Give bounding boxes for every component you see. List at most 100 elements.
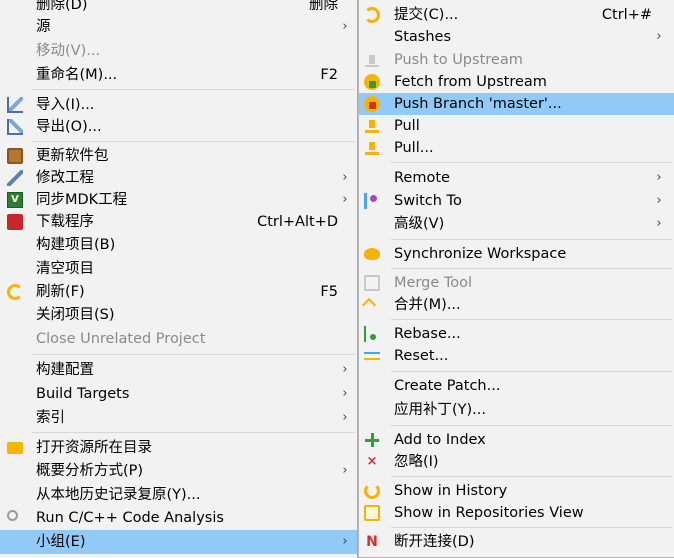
download-icon (7, 214, 23, 230)
menu-item-reset[interactable]: Reset... (359, 345, 674, 367)
menu-item-label: 源 (36, 19, 51, 35)
submenu-arrow-icon: › (342, 386, 348, 401)
menu-item-shortcut: F2 (320, 67, 338, 83)
menu-item-build-targets[interactable]: Build Targets › (0, 383, 357, 405)
menu-item-rename[interactable]: 重命名(M)... F2 (0, 64, 357, 86)
menu-item-stashes[interactable]: Stashes › (359, 26, 674, 48)
menu-item-delete[interactable]: 删除(D) 删除 (0, 0, 357, 16)
menu-item-label: Reset... (394, 348, 449, 364)
menu-item-label: 删除(D) (36, 0, 88, 13)
menu-item-disconnect[interactable]: N 断开连接(D) (359, 531, 674, 553)
code-analysis-icon (7, 510, 18, 521)
menu-item-push-to-upstream: Push to Upstream (359, 49, 674, 71)
menu-item-create-patch[interactable]: Create Patch... (359, 375, 674, 397)
menu-item-clean-project[interactable]: 清空项目 (0, 258, 357, 280)
menu-item-shortcut: F5 (320, 284, 338, 300)
menu-item-show-in-repositories-view[interactable]: Show in Repositories View (359, 502, 674, 524)
menu-item-label: 同步MDK工程 (36, 192, 128, 208)
push-upstream-icon (364, 52, 380, 68)
pull-dialog-icon (364, 140, 380, 156)
menu-item-source[interactable]: 源 › (0, 16, 357, 38)
menu-item-close-project[interactable]: 关闭项目(S) (0, 304, 357, 326)
menu-item-profile-as[interactable]: 概要分析方式(P) › (0, 460, 357, 482)
menu-item-label: Rebase... (394, 326, 461, 342)
menu-separator (391, 425, 672, 426)
menu-item-rebase[interactable]: Rebase... (359, 323, 674, 345)
menu-item-label: 移动(V)... (36, 43, 101, 59)
menu-item-build-configurations[interactable]: 构建配置 › (0, 359, 357, 381)
menu-item-push-branch[interactable]: Push Branch 'master'... (359, 93, 674, 115)
menu-item-fetch-from-upstream[interactable]: Fetch from Upstream (359, 71, 674, 93)
add-icon (364, 432, 380, 448)
menu-item-index[interactable]: 索引 › (0, 407, 357, 429)
menu-item-apply-patch[interactable]: 应用补丁(Y)... (359, 399, 674, 421)
menu-item-update-packages[interactable]: 更新软件包 (0, 145, 357, 167)
menu-item-synchronize-workspace[interactable]: Synchronize Workspace (359, 243, 674, 265)
menu-item-run-code-analysis[interactable]: Run C/C++ Code Analysis (0, 507, 357, 529)
package-icon (7, 148, 23, 164)
menu-item-open-resource-directory[interactable]: 打开资源所在目录 (0, 437, 357, 459)
menu-separator (391, 268, 672, 269)
menu-item-label: 断开连接(D) (394, 534, 475, 550)
menu-item-label: Stashes (394, 29, 451, 45)
menu-item-merge-tool: Merge Tool (359, 272, 674, 294)
menu-item-label: Pull... (394, 140, 434, 156)
menu-item-label: Fetch from Upstream (394, 74, 547, 90)
submenu-arrow-icon: › (342, 170, 348, 185)
menu-item-label: 关闭项目(S) (36, 307, 115, 323)
menu-item-label: 下载程序 (36, 214, 94, 230)
wrench-icon (7, 170, 23, 186)
menu-item-team[interactable]: 小组(E) › (0, 530, 357, 554)
menu-item-export[interactable]: 导出(O)... (0, 116, 357, 138)
menu-item-merge[interactable]: 合并(M)... (359, 294, 674, 316)
menu-item-pull[interactable]: Pull (359, 115, 674, 137)
ignore-icon: × (366, 454, 378, 469)
menu-item-download-program[interactable]: 下载程序 Ctrl+Alt+D (0, 211, 357, 233)
menu-separator (32, 354, 355, 355)
menu-item-label: Synchronize Workspace (394, 246, 567, 262)
project-context-menu: 删除(D) 删除 源 › 移动(V)... 重命名(M)... F2 导入(I)… (0, 0, 358, 558)
menu-item-restore-local-history[interactable]: 从本地历史记录复原(Y)... (0, 484, 357, 506)
menu-item-modify-project[interactable]: 修改工程 › (0, 167, 357, 189)
menu-item-show-in-history[interactable]: Show in History (359, 480, 674, 502)
menu-item-close-unrelated-project: Close Unrelated Project (0, 328, 357, 350)
submenu-arrow-icon: › (656, 216, 662, 231)
import-icon (7, 97, 23, 113)
menu-item-label: 合并(M)... (394, 297, 461, 313)
refresh-icon (7, 284, 23, 300)
rebase-icon (364, 326, 380, 342)
disconnect-icon: N (366, 534, 378, 550)
menu-item-label: 修改工程 (36, 170, 94, 186)
repositories-view-icon (364, 505, 380, 521)
menu-item-refresh[interactable]: 刷新(F) F5 (0, 281, 357, 303)
menu-item-label: Remote (394, 170, 450, 186)
menu-item-import[interactable]: 导入(I)... (0, 94, 357, 116)
menu-item-commit[interactable]: 提交(C)... Ctrl+# (359, 4, 674, 26)
switch-branch-icon (364, 193, 380, 209)
menu-item-label: Build Targets (36, 386, 130, 402)
menu-item-pull-dialog[interactable]: Pull... (359, 137, 674, 159)
submenu-arrow-icon: › (342, 534, 348, 549)
menu-item-label: 高级(V) (394, 216, 445, 232)
fetch-icon (364, 74, 380, 90)
commit-icon (364, 7, 380, 23)
menu-item-label: 构建项目(B) (36, 237, 116, 253)
menu-item-label: 忽略(I) (394, 454, 439, 470)
menu-item-move: 移动(V)... (0, 40, 357, 62)
menu-separator (391, 319, 672, 320)
menu-item-label: Add to Index (394, 432, 486, 448)
menu-item-advanced[interactable]: 高级(V) › (359, 213, 674, 235)
menu-item-label: Pull (394, 118, 420, 134)
menu-item-label: 小组(E) (36, 534, 86, 550)
menu-item-sync-mdk[interactable]: V 同步MDK工程 › (0, 189, 357, 211)
history-icon (364, 483, 380, 499)
menu-item-build-project[interactable]: 构建项目(B) (0, 234, 357, 256)
submenu-arrow-icon: › (656, 170, 662, 185)
menu-item-remote[interactable]: Remote › (359, 167, 674, 189)
menu-item-switch-to[interactable]: Switch To › (359, 190, 674, 212)
menu-item-label: 提交(C)... (394, 7, 459, 23)
export-icon (7, 119, 23, 135)
menu-item-ignore[interactable]: × 忽略(I) (359, 451, 674, 473)
menu-item-label: Close Unrelated Project (36, 331, 206, 347)
menu-item-add-to-index[interactable]: Add to Index (359, 429, 674, 451)
